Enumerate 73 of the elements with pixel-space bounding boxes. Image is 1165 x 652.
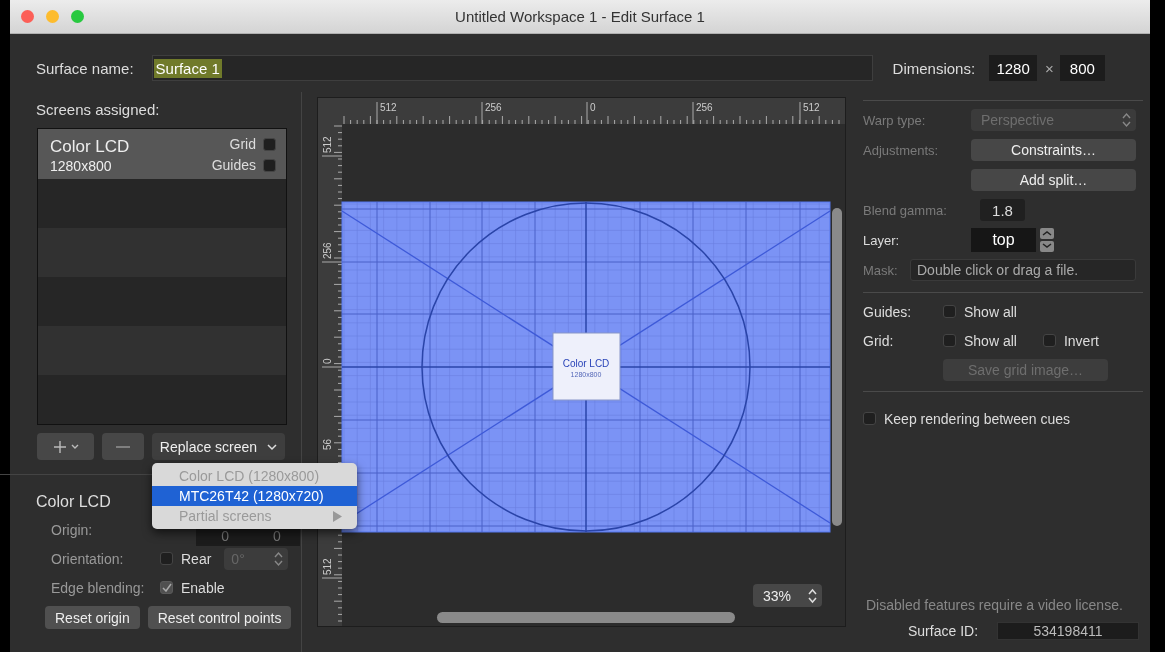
screen-size: 1280x800: [50, 158, 113, 174]
ruler-label: 512: [380, 102, 397, 113]
ruler-label: 512: [803, 102, 820, 113]
ruler-label: 512: [322, 136, 333, 153]
invert-checkbox[interactable]: [1042, 334, 1056, 347]
surface-name-label: Surface name:: [36, 59, 134, 77]
screens-assigned-label: Screens assigned:: [36, 101, 161, 118]
origin-label: Origin:: [51, 521, 94, 538]
screen-settings-title: Color LCD: [36, 493, 111, 511]
zoom-icon[interactable]: [71, 10, 84, 23]
invert-label: Invert: [1063, 332, 1099, 349]
reset-button[interactable]: Reset control points: [147, 606, 292, 629]
keep-rendering-checkbox[interactable]: [863, 412, 876, 425]
screen-name: Color LCD: [50, 137, 130, 157]
stepper-arrows-icon: [274, 550, 284, 567]
submenu-arrow-icon: [333, 511, 342, 522]
edge-blending-label: Edge blending:: [51, 579, 146, 596]
grid-show-all-label: Show all: [964, 332, 1017, 349]
enable-checkbox[interactable]: [160, 581, 173, 594]
grid-label: Grid: [229, 136, 256, 152]
ruler-label: 256: [485, 102, 502, 113]
ruler-label: 256: [696, 102, 713, 113]
mask-label: Mask:: [863, 262, 899, 278]
horizontal-scrollbar[interactable]: [437, 612, 735, 623]
guides-label: Guides: [211, 157, 256, 173]
dimensions-label: Dimensions:: [892, 59, 976, 77]
surface-id-field: 534198411: [997, 622, 1139, 640]
guides-show-all-checkbox[interactable]: [943, 305, 956, 318]
layer-stepper-icon[interactable]: [1040, 228, 1054, 252]
popup-arrows-icon: [1122, 112, 1131, 128]
guides-show-all-label: Show all: [964, 303, 1017, 320]
window-title: Untitled Workspace 1 - Edit Surface 1: [455, 8, 705, 25]
remove-screen-button[interactable]: [102, 433, 144, 460]
caret-icon: [267, 442, 278, 451]
surface-id-label: Surface ID:: [908, 623, 980, 639]
times-sign: ×: [1045, 59, 1054, 77]
replace-screen-button[interactable]: Replace screen: [152, 433, 285, 460]
layer-field[interactable]: top: [971, 228, 1036, 252]
ruler-label: 0: [322, 358, 333, 364]
close-icon[interactable]: [21, 10, 34, 23]
ruler-label: 512: [322, 558, 333, 575]
grid-checkbox[interactable]: [263, 137, 276, 151]
menu-item[interactable]: MTC26T42 (1280x720): [152, 486, 357, 506]
reset-button[interactable]: Reset origin: [45, 606, 140, 629]
zoom-stepper[interactable]: 33%: [753, 584, 822, 607]
adjustments-label: Adjustments:: [863, 142, 940, 158]
grid-show-all-checkbox[interactable]: [943, 334, 956, 347]
vertical-scrollbar[interactable]: [832, 208, 842, 526]
guides-checkbox[interactable]: [263, 158, 276, 172]
stepper-arrows-icon: [808, 587, 817, 604]
ruler-label: 56: [322, 438, 333, 450]
warp-type-label: Warp type:: [863, 112, 927, 128]
width-field[interactable]: 1280: [989, 55, 1038, 81]
screen-list-item[interactable]: Color LCD 1280x800 Grid Guides: [38, 129, 286, 179]
add-screen-button[interactable]: [37, 433, 94, 460]
ruler-label: 0: [590, 102, 596, 113]
ruler-label: 256: [322, 242, 333, 259]
plus-caret-icon: [52, 439, 79, 454]
height-field[interactable]: 800: [1059, 55, 1105, 81]
orientation-label: Orientation:: [51, 550, 125, 567]
enable-label: Enable: [181, 579, 225, 596]
license-note: Disabled features require a video license.: [866, 597, 1124, 613]
guides-label: Guides:: [863, 303, 913, 320]
screen-label: Color LCD: [562, 358, 610, 369]
blend-gamma-label: Blend gamma:: [863, 202, 948, 218]
surface-name-field[interactable]: Surface 1: [151, 55, 873, 81]
grid-label: Grid:: [863, 332, 895, 349]
minus-icon: [115, 444, 131, 449]
rear-checkbox[interactable]: [160, 552, 173, 565]
keep-rendering-label: Keep rendering between cues: [884, 410, 1071, 427]
minimize-icon[interactable]: [46, 10, 59, 23]
layer-label: Layer:: [863, 232, 901, 248]
rear-label: Rear: [181, 550, 212, 567]
